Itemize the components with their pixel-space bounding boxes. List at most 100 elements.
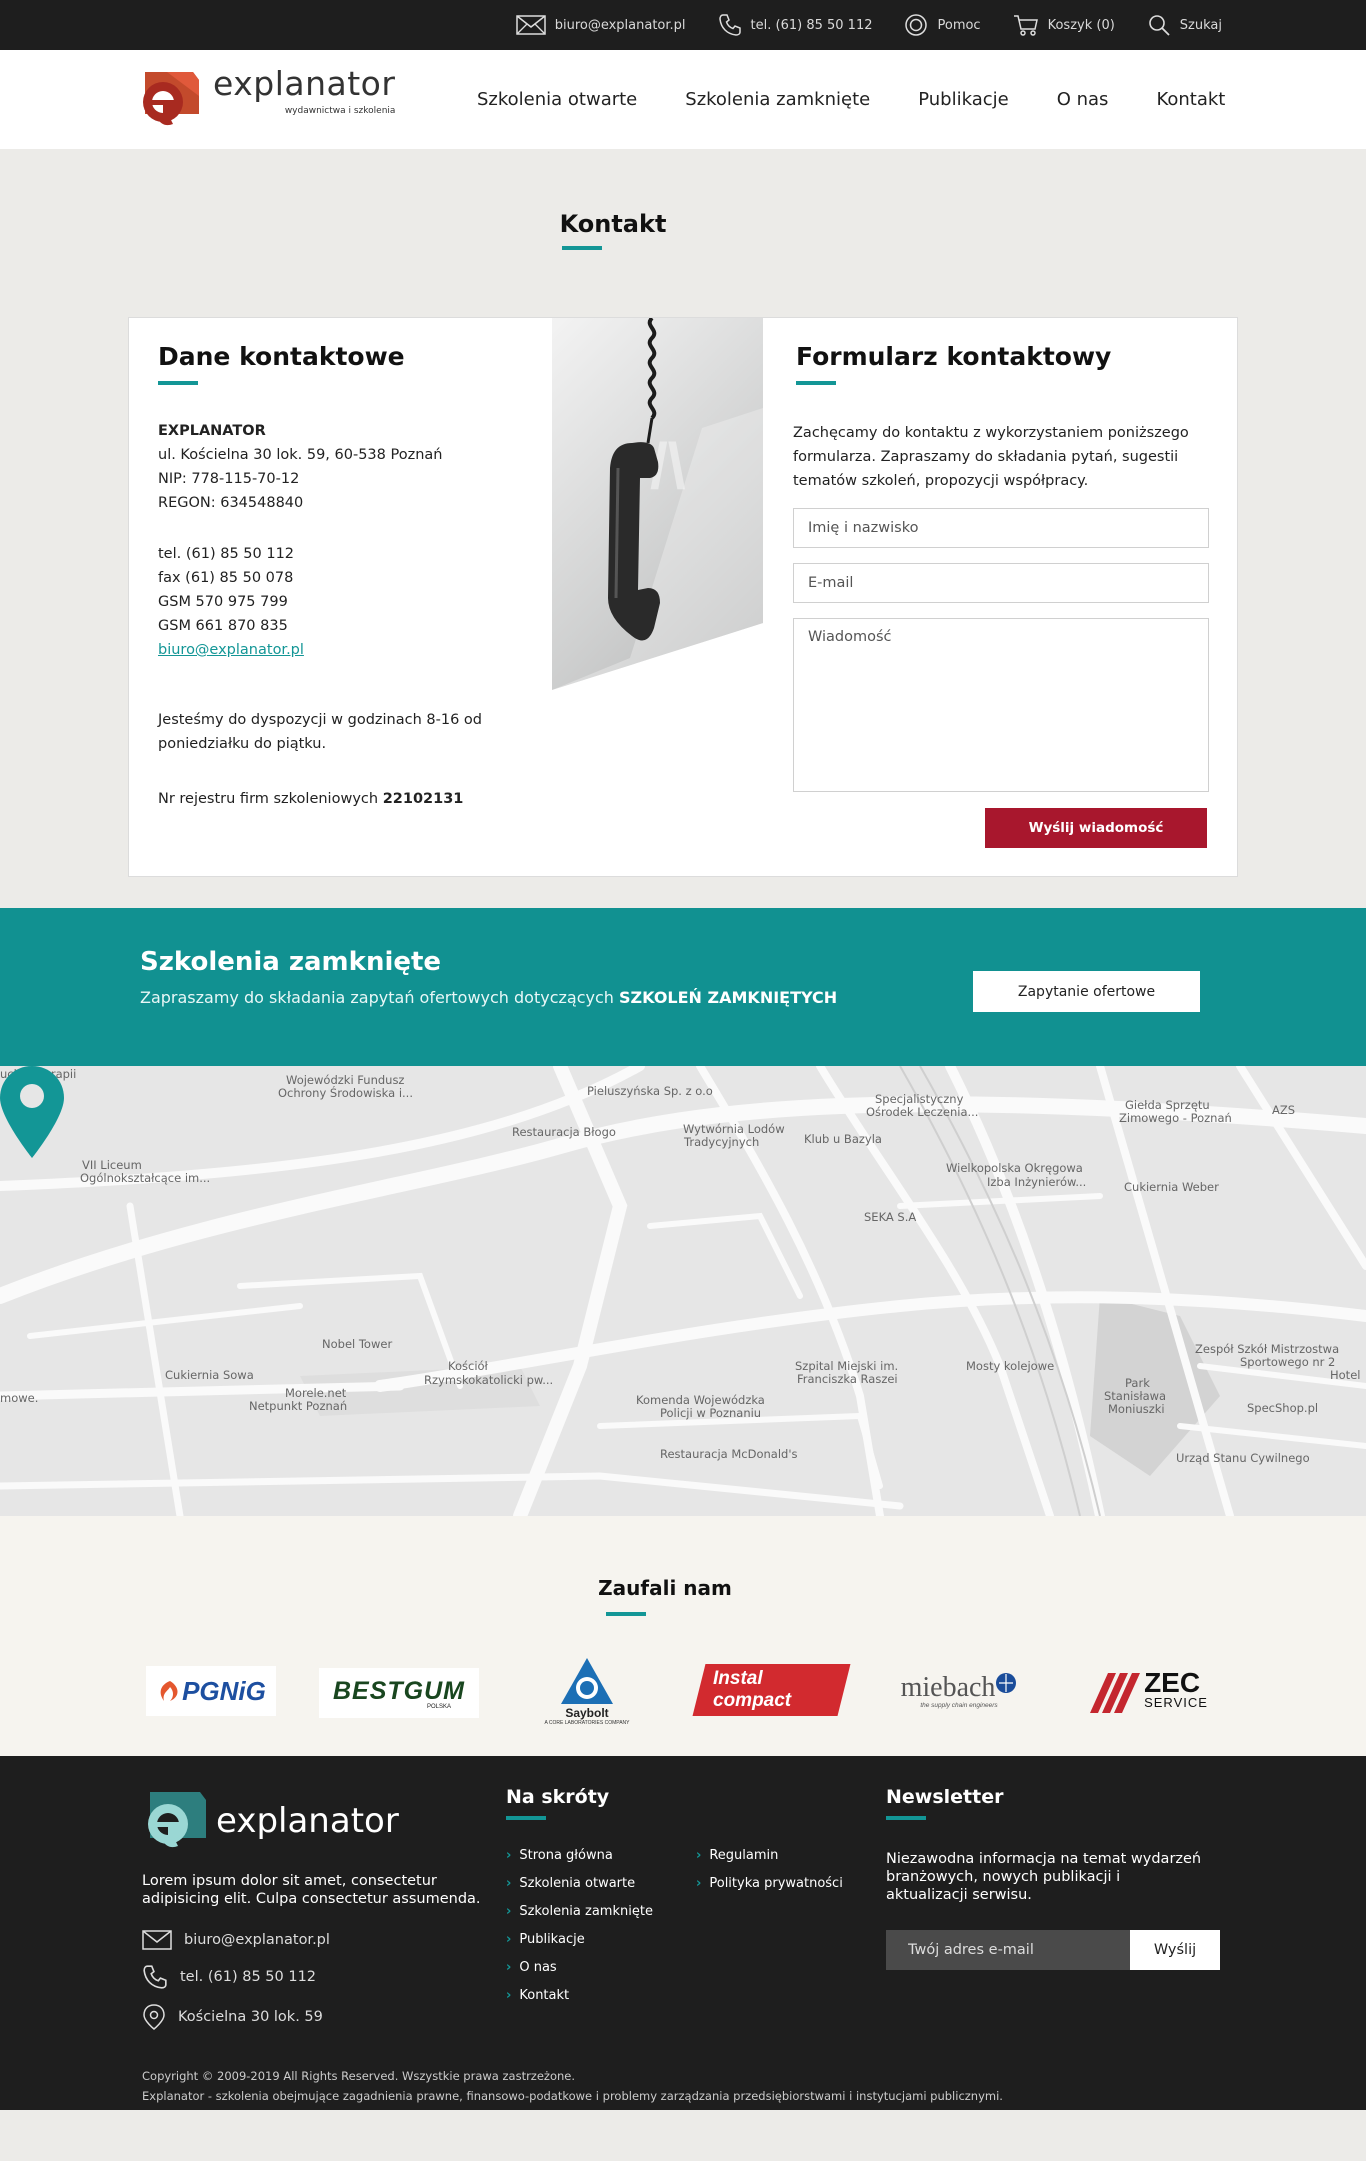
map-label: Rzymskokatolicki pw... [424, 1373, 554, 1387]
footer-link-strona-glowna[interactable]: Strona główna [506, 1842, 653, 1870]
map-label: Ogólnokształcące im... [80, 1171, 211, 1185]
zec-logo-subtext: SERVICE [1144, 1695, 1208, 1710]
miebach-logo-text: miebach [900, 1671, 996, 1703]
globe-icon [996, 1672, 1017, 1693]
contact-form: Formularz kontaktowy Zachęcamy do kontak… [793, 342, 1209, 792]
footer-email[interactable]: biuro@explanator.pl [142, 1930, 482, 1950]
zec-service-logo: ZEC SERVICE [1074, 1668, 1224, 1718]
pgnig-logo: PGNiG [146, 1666, 276, 1716]
phone-info: tel. (61) 85 50 112 fax (61) 85 50 078 G… [158, 542, 538, 662]
search-icon [1148, 15, 1170, 36]
instal-compact-logo-text: Instal compact [713, 1668, 792, 1711]
footer-phone[interactable]: tel. (61) 85 50 112 [142, 1964, 482, 1990]
topbar-help-text: Pomoc [937, 17, 981, 33]
email-field[interactable] [793, 563, 1209, 603]
banner-text: Zapraszamy do składania zapytań ofertowy… [140, 988, 837, 1007]
header: explanator wydawnictwa i szkolenia Szkol… [0, 50, 1366, 149]
map-label: Tradycyjnych [684, 1135, 760, 1149]
map-label: mowe. [0, 1391, 39, 1405]
map-label: Kościół [448, 1359, 488, 1373]
footer-email-text: biuro@explanator.pl [184, 1932, 330, 1948]
contact-details: Dane kontaktowe EXPLANATOR ul. Kościelna… [158, 342, 538, 811]
map-label: Mosty kolejowe [966, 1359, 1055, 1373]
topbar-phone-link[interactable]: tel. (61) 85 50 112 [718, 13, 872, 37]
map-label: Restauracja Błogo [512, 1125, 616, 1139]
telephone-handset-image: /\ [552, 318, 763, 690]
client-logos: PGNiG BESTGUM POLSKA Saybolt A CORE LABO… [144, 1656, 1224, 1746]
shortcuts-list-2: Regulamin Polityka prywatności [696, 1842, 843, 1898]
hanging-phone-photo: /\ [552, 318, 763, 690]
newsletter-email-input[interactable] [886, 1930, 1130, 1970]
saybolt-logo: Saybolt A CORE LABORATORIES COMPANY [532, 1646, 642, 1736]
map-pin-icon [0, 1066, 64, 1158]
offer-request-button[interactable]: Zapytanie ofertowe [973, 971, 1200, 1012]
topbar-cart-link[interactable]: Koszyk (0) [1013, 13, 1115, 37]
main-nav: Szkolenia otwarte Szkolenia zamknięte Pu… [477, 50, 1273, 149]
footer-link-szkolenia-zamkniete[interactable]: Szkolenia zamknięte [506, 1898, 653, 1926]
map-label: Ośrodek Leczenia... [866, 1105, 979, 1119]
nav-kontakt[interactable]: Kontakt [1156, 89, 1225, 110]
flame-icon [160, 1681, 178, 1701]
contact-form-underline [796, 381, 836, 385]
name-field[interactable] [793, 508, 1209, 548]
map-label: AZS [1272, 1103, 1296, 1117]
nav-szkolenia-otwarte[interactable]: Szkolenia otwarte [477, 89, 637, 110]
contact-email-link[interactable]: biuro@explanator.pl [158, 642, 304, 658]
site-logo[interactable]: explanator wydawnictwa i szkolenia [137, 66, 395, 132]
logo-mark-icon [143, 72, 199, 126]
newsletter-form: Wyślij [886, 1930, 1220, 1970]
envelope-icon [142, 1930, 172, 1950]
cart-icon [1013, 15, 1038, 36]
newsletter-text: Niezawodna informacja na temat wydarzeń … [886, 1851, 1202, 1903]
banner-title: Szkolenia zamknięte [140, 947, 442, 977]
footer-desc-line-1: Lorem ipsum dolor sit amet, consectetur [142, 1873, 437, 1889]
phone-icon [718, 14, 741, 36]
nav-publikacje[interactable]: Publikacje [918, 89, 1008, 110]
map-label: Wielkopolska Okręgowa [946, 1161, 1083, 1175]
footer-phone-text: tel. (61) 85 50 112 [180, 1969, 317, 1985]
footer-address-text: Kościelna 30 lok. 59 [178, 2009, 323, 2025]
send-message-button[interactable]: Wyślij wiadomość [985, 808, 1207, 848]
topbar-search-link[interactable]: Szukaj [1147, 13, 1222, 37]
miebach-logo: miebach the supply chain engineers [884, 1660, 1034, 1720]
miebach-logo-subtext: the supply chain engineers [920, 1701, 998, 1709]
footer-link-kontakt[interactable]: Kontakt [506, 1982, 653, 2010]
banner-text-bold: SZKOLEŃ ZAMKNIĘTYCH [619, 988, 838, 1007]
footer-link-o-nas[interactable]: O nas [506, 1954, 653, 1982]
message-field[interactable] [793, 618, 1209, 792]
newsletter-submit-button[interactable]: Wyślij [1130, 1930, 1220, 1970]
map-label: Pieluszyńska Sp. z o.o [587, 1084, 713, 1098]
company-info: EXPLANATOR ul. Kościelna 30 lok. 59, 60-… [158, 419, 538, 515]
footer-link-szkolenia-otwarte[interactable]: Szkolenia otwarte [506, 1870, 653, 1898]
envelope-icon [515, 15, 546, 35]
phone-icon [143, 1965, 167, 1989]
location-map[interactable]: uchu i Terapii Wojewódzki Fundusz Ochron… [0, 1066, 1366, 1516]
nav-szkolenia-zamkniete[interactable]: Szkolenia zamknięte [685, 89, 870, 110]
topbar-help-link[interactable]: Pomoc [904, 13, 981, 37]
footer-link-regulamin[interactable]: Regulamin [696, 1842, 843, 1870]
company-address: ul. Kościelna 30 lok. 59, 60-538 Poznań [158, 447, 443, 463]
trusted-underline [606, 1612, 646, 1616]
topbar-search-text: Szukaj [1179, 17, 1222, 33]
footer-link-publikacje[interactable]: Publikacje [506, 1926, 653, 1954]
map-label: Hotel [1330, 1368, 1361, 1382]
registry-label: Nr rejestru firm szkoleniowych [158, 791, 379, 807]
saybolt-emblem-icon [561, 1658, 613, 1704]
top-bar: biuro@explanator.pl tel. (61) 85 50 112 … [0, 0, 1366, 50]
nav-o-nas[interactable]: O nas [1057, 89, 1109, 110]
map-label: Restauracja McDonald's [660, 1447, 798, 1461]
footer-desc-line-2: adipisicing elit. Culpa consectetur assu… [142, 1891, 481, 1907]
footer-newsletter: Newsletter Niezawodna informacja na tema… [886, 1786, 1226, 1986]
footer-link-polityka-prywatnosci[interactable]: Polityka prywatności [696, 1870, 842, 1898]
company-name: EXPLANATOR [158, 423, 266, 439]
topbar-email-text: biuro@explanator.pl [554, 17, 686, 33]
map-label: Urząd Stanu Cywilnego [1176, 1451, 1310, 1465]
contact-tel: tel. (61) 85 50 112 [158, 546, 295, 562]
copyright: Copyright © 2009-2019 All Rights Reserve… [142, 2066, 1003, 2106]
logo-name: explanator [213, 64, 396, 103]
topbar-email-link[interactable]: biuro@explanator.pl [515, 15, 686, 35]
newsletter-heading: Newsletter [886, 1786, 1004, 1808]
footer-logo[interactable]: explanator [142, 1788, 482, 1854]
copyright-line-2: Explanator - szkolenia obejmujące zagadn… [142, 2089, 1003, 2103]
footer: explanator Lorem ipsum dolor sit amet, c… [0, 1756, 1366, 2110]
